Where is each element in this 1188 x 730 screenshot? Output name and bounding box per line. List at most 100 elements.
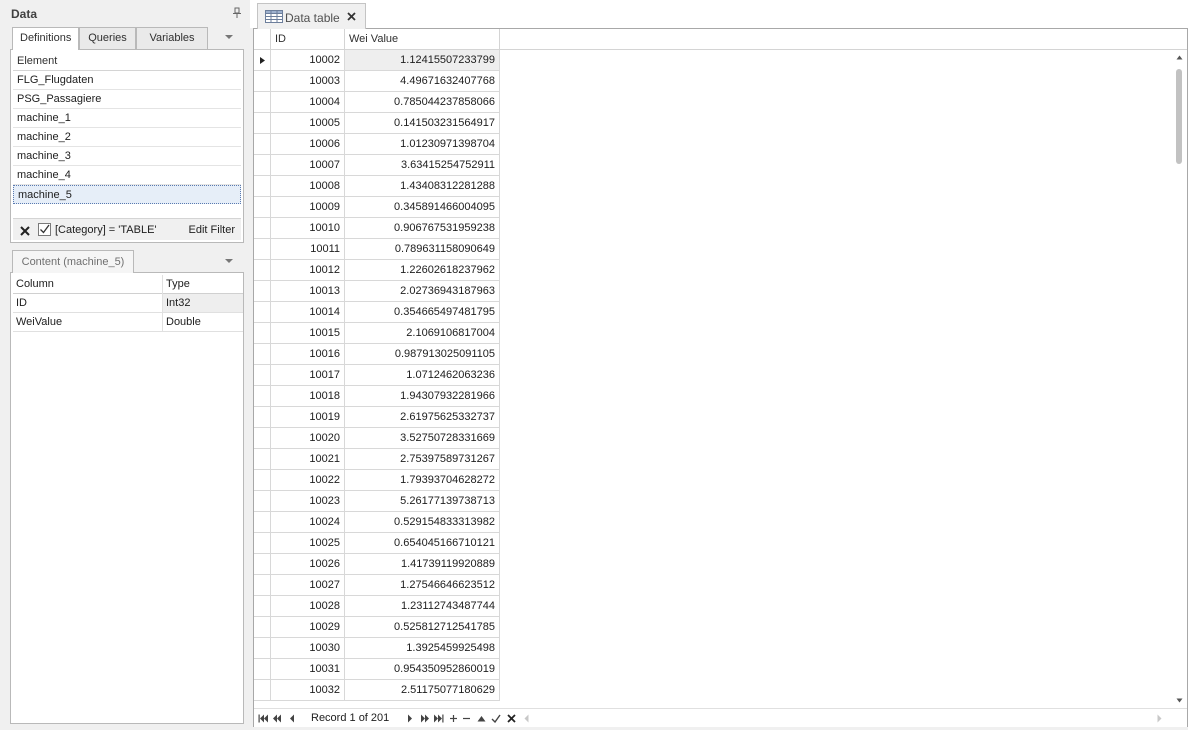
cell-wei-value[interactable]: 2.75397589731267 — [345, 449, 500, 470]
cell-id[interactable]: 10010 — [271, 218, 345, 239]
edit-filter-link[interactable]: Edit Filter — [189, 224, 235, 236]
previous-record-icon[interactable] — [289, 714, 295, 723]
table-row[interactable]: 10006 1.01230971398704 — [254, 134, 500, 155]
row-indicator[interactable] — [254, 50, 271, 71]
table-row[interactable]: 10022 1.79393704628272 — [254, 470, 500, 491]
row-indicator[interactable] — [254, 281, 271, 302]
table-row[interactable]: 10025 0.654045166710121 — [254, 533, 500, 554]
first-record-icon[interactable] — [258, 714, 268, 723]
filter-checkbox[interactable] — [38, 223, 51, 236]
cell-id[interactable]: 10028 — [271, 596, 345, 617]
table-row[interactable]: 10026 1.41739119920889 — [254, 554, 500, 575]
row-indicator[interactable] — [254, 155, 271, 176]
cell-wei-value[interactable]: 1.43408312281288 — [345, 176, 500, 197]
cell-wei-value[interactable]: 2.1069106817004 — [345, 323, 500, 344]
scroll-left-icon[interactable] — [524, 714, 529, 723]
element-row-machine-3[interactable]: machine_3 — [13, 147, 241, 166]
cell-id[interactable]: 10026 — [271, 554, 345, 575]
table-row[interactable]: 10017 1.0712462063236 — [254, 365, 500, 386]
cell-wei-value[interactable]: 1.79393704628272 — [345, 470, 500, 491]
cell-id[interactable]: 10021 — [271, 449, 345, 470]
element-row-flg-flugdaten[interactable]: FLG_Flugdaten — [13, 71, 241, 90]
cell-id[interactable]: 10008 — [271, 176, 345, 197]
close-filter-icon[interactable] — [20, 226, 30, 236]
next-record-icon[interactable] — [407, 714, 413, 723]
table-row[interactable]: 10023 5.26177139738713 — [254, 491, 500, 512]
vertical-scrollbar[interactable] — [1172, 50, 1187, 708]
cell-wei-value[interactable]: 1.3925459925498 — [345, 638, 500, 659]
tab-queries[interactable]: Queries — [79, 27, 136, 49]
cell-id[interactable]: 10005 — [271, 113, 345, 134]
cell-wei-value[interactable]: 0.789631158090649 — [345, 239, 500, 260]
table-row[interactable]: 10024 0.529154833313982 — [254, 512, 500, 533]
table-row[interactable]: 10028 1.23112743487744 — [254, 596, 500, 617]
table-row[interactable]: 10013 2.02736943187963 — [254, 281, 500, 302]
column-header-wei-value[interactable]: Wei Value — [345, 29, 500, 50]
row-indicator[interactable] — [254, 302, 271, 323]
cell-id[interactable]: 10011 — [271, 239, 345, 260]
row-indicator[interactable] — [254, 596, 271, 617]
cell-wei-value[interactable]: 0.354665497481795 — [345, 302, 500, 323]
table-row[interactable]: 10004 0.785044237858066 — [254, 92, 500, 113]
row-indicator[interactable] — [254, 512, 271, 533]
cell-id[interactable]: 10017 — [271, 365, 345, 386]
next-page-icon[interactable] — [420, 714, 430, 723]
row-indicator[interactable] — [254, 323, 271, 344]
cell-id[interactable]: 10007 — [271, 155, 345, 176]
cell-wei-value[interactable]: 3.52750728331669 — [345, 428, 500, 449]
cell-wei-value[interactable]: 0.785044237858066 — [345, 92, 500, 113]
cell-id[interactable]: 10020 — [271, 428, 345, 449]
row-indicator[interactable] — [254, 554, 271, 575]
table-row[interactable]: 10032 2.51175077180629 — [254, 680, 500, 701]
tab-data-table[interactable]: Data table — [257, 3, 366, 29]
edit-record-icon[interactable] — [477, 714, 486, 723]
row-indicator[interactable] — [254, 239, 271, 260]
table-row[interactable]: 10027 1.27546646623512 — [254, 575, 500, 596]
cell-id[interactable]: 10027 — [271, 575, 345, 596]
cell-wei-value[interactable]: 0.141503231564917 — [345, 113, 500, 134]
cell-id[interactable]: 10022 — [271, 470, 345, 491]
column-row-weivalue[interactable]: WeiValue Double — [13, 313, 243, 332]
cell-wei-value[interactable]: 1.23112743487744 — [345, 596, 500, 617]
row-indicator[interactable] — [254, 218, 271, 239]
row-indicator[interactable] — [254, 176, 271, 197]
cancel-edit-icon[interactable] — [507, 714, 516, 723]
tab-definitions[interactable]: Definitions — [12, 27, 79, 50]
table-row[interactable]: 10011 0.789631158090649 — [254, 239, 500, 260]
element-row-psg-passagiere[interactable]: PSG_Passagiere — [13, 90, 241, 109]
row-indicator[interactable] — [254, 407, 271, 428]
cell-id[interactable]: 10003 — [271, 71, 345, 92]
table-row[interactable]: 10002 1.12415507233799 — [254, 50, 500, 71]
cell-wei-value[interactable]: 0.987913025091105 — [345, 344, 500, 365]
cell-wei-value[interactable]: 4.49671632407768 — [345, 71, 500, 92]
cell-id[interactable]: 10004 — [271, 92, 345, 113]
cell-wei-value[interactable]: 0.906767531959238 — [345, 218, 500, 239]
pin-icon[interactable] — [232, 7, 242, 19]
table-row[interactable]: 10015 2.1069106817004 — [254, 323, 500, 344]
table-row[interactable]: 10014 0.354665497481795 — [254, 302, 500, 323]
row-indicator[interactable] — [254, 365, 271, 386]
element-row-machine-1[interactable]: machine_1 — [13, 109, 241, 128]
element-row-machine-5[interactable]: machine_5 — [13, 185, 241, 204]
tab-content[interactable]: Content (machine_5) — [12, 250, 134, 273]
cell-wei-value[interactable]: 1.94307932281966 — [345, 386, 500, 407]
cell-id[interactable]: 10018 — [271, 386, 345, 407]
cell-id[interactable]: 10009 — [271, 197, 345, 218]
tab-variables[interactable]: Variables — [136, 27, 208, 49]
previous-page-icon[interactable] — [272, 714, 282, 723]
delete-record-icon[interactable] — [462, 714, 471, 723]
row-indicator[interactable] — [254, 491, 271, 512]
cell-wei-value[interactable]: 2.51175077180629 — [345, 680, 500, 701]
table-row[interactable]: 10019 2.61975625332737 — [254, 407, 500, 428]
cell-id[interactable]: 10031 — [271, 659, 345, 680]
column-row-id[interactable]: ID Int32 — [13, 294, 243, 313]
table-row[interactable]: 10018 1.94307932281966 — [254, 386, 500, 407]
cell-wei-value[interactable]: 0.525812712541785 — [345, 617, 500, 638]
row-indicator[interactable] — [254, 260, 271, 281]
cell-id[interactable]: 10012 — [271, 260, 345, 281]
row-indicator[interactable] — [254, 533, 271, 554]
row-indicator[interactable] — [254, 470, 271, 491]
table-row[interactable]: 10016 0.987913025091105 — [254, 344, 500, 365]
cell-wei-value[interactable]: 5.26177139738713 — [345, 491, 500, 512]
cell-wei-value[interactable]: 1.22602618237962 — [345, 260, 500, 281]
